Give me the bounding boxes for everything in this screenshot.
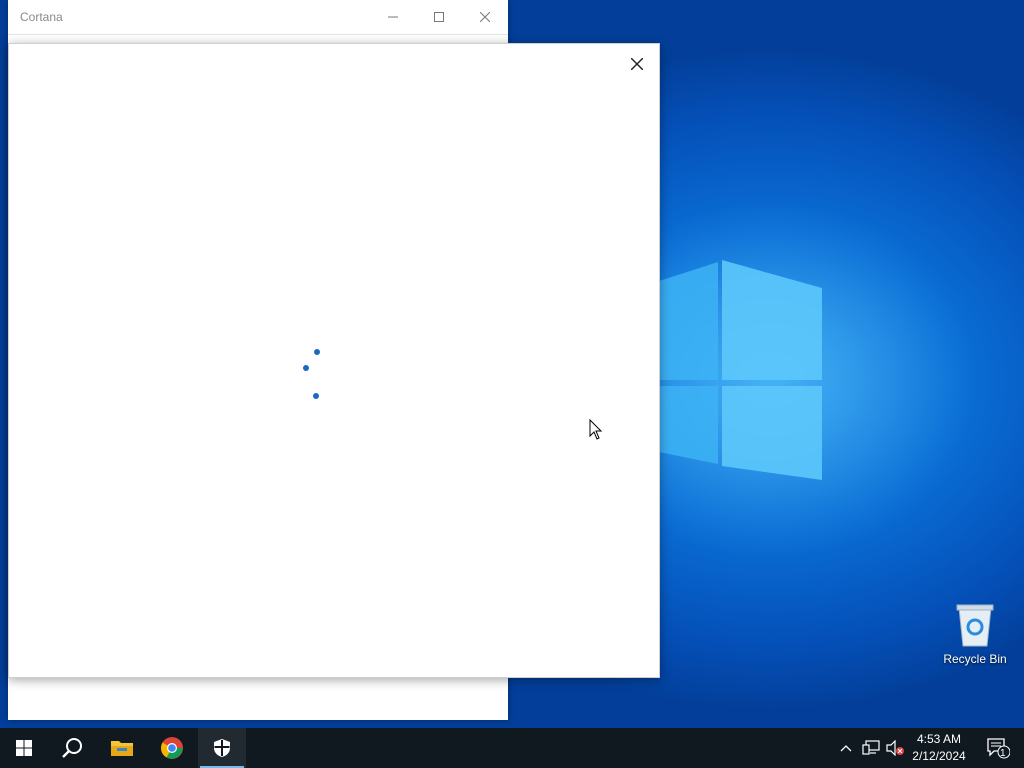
volume-button[interactable] xyxy=(884,728,906,768)
close-icon xyxy=(480,12,490,22)
close-button[interactable] xyxy=(462,0,508,34)
spinner-dot xyxy=(313,393,319,399)
windows-security-button[interactable] xyxy=(198,728,246,768)
notification-icon xyxy=(987,738,1010,759)
maximize-button[interactable] xyxy=(416,0,462,34)
dialog-close-button[interactable] xyxy=(623,50,651,78)
volume-muted-icon xyxy=(886,740,904,756)
search-icon xyxy=(62,738,82,758)
recycle-bin-label: Recycle Bin xyxy=(943,652,1007,666)
clock-time: 4:53 AM xyxy=(916,732,962,746)
show-hidden-icons-button[interactable] xyxy=(836,728,856,768)
network-button[interactable] xyxy=(860,728,882,768)
close-icon xyxy=(631,58,643,70)
recycle-bin-icon xyxy=(956,604,994,647)
taskbar: 4:53 AM 2/12/2024 1 xyxy=(0,728,1024,768)
file-explorer-button[interactable] xyxy=(98,728,146,768)
spinner-dot xyxy=(303,365,309,371)
notification-badge: 1 xyxy=(1000,748,1006,759)
search-button[interactable] xyxy=(48,728,96,768)
network-icon xyxy=(862,740,880,755)
clock-date: 2/12/2024 xyxy=(912,749,966,763)
chrome-icon xyxy=(161,737,183,759)
clock[interactable]: 4:53 AM 2/12/2024 xyxy=(906,731,972,765)
cortana-dialog xyxy=(8,43,660,678)
folder-icon xyxy=(111,741,133,756)
spinner-dot xyxy=(314,349,320,355)
start-button[interactable] xyxy=(0,728,48,768)
chevron-up-icon xyxy=(840,745,852,752)
shield-icon xyxy=(214,739,230,757)
windows-start-icon xyxy=(16,740,32,756)
minimize-button[interactable] xyxy=(370,0,416,34)
mouse-cursor-icon xyxy=(589,419,603,440)
maximize-icon xyxy=(434,12,444,22)
minimize-icon xyxy=(388,16,398,18)
chrome-button[interactable] xyxy=(148,728,196,768)
window-title: Cortana xyxy=(20,10,63,24)
recycle-bin[interactable]: Recycle Bin xyxy=(936,600,1014,672)
cortana-titlebar[interactable]: Cortana xyxy=(8,0,508,35)
action-center-button[interactable]: 1 xyxy=(978,728,1018,768)
